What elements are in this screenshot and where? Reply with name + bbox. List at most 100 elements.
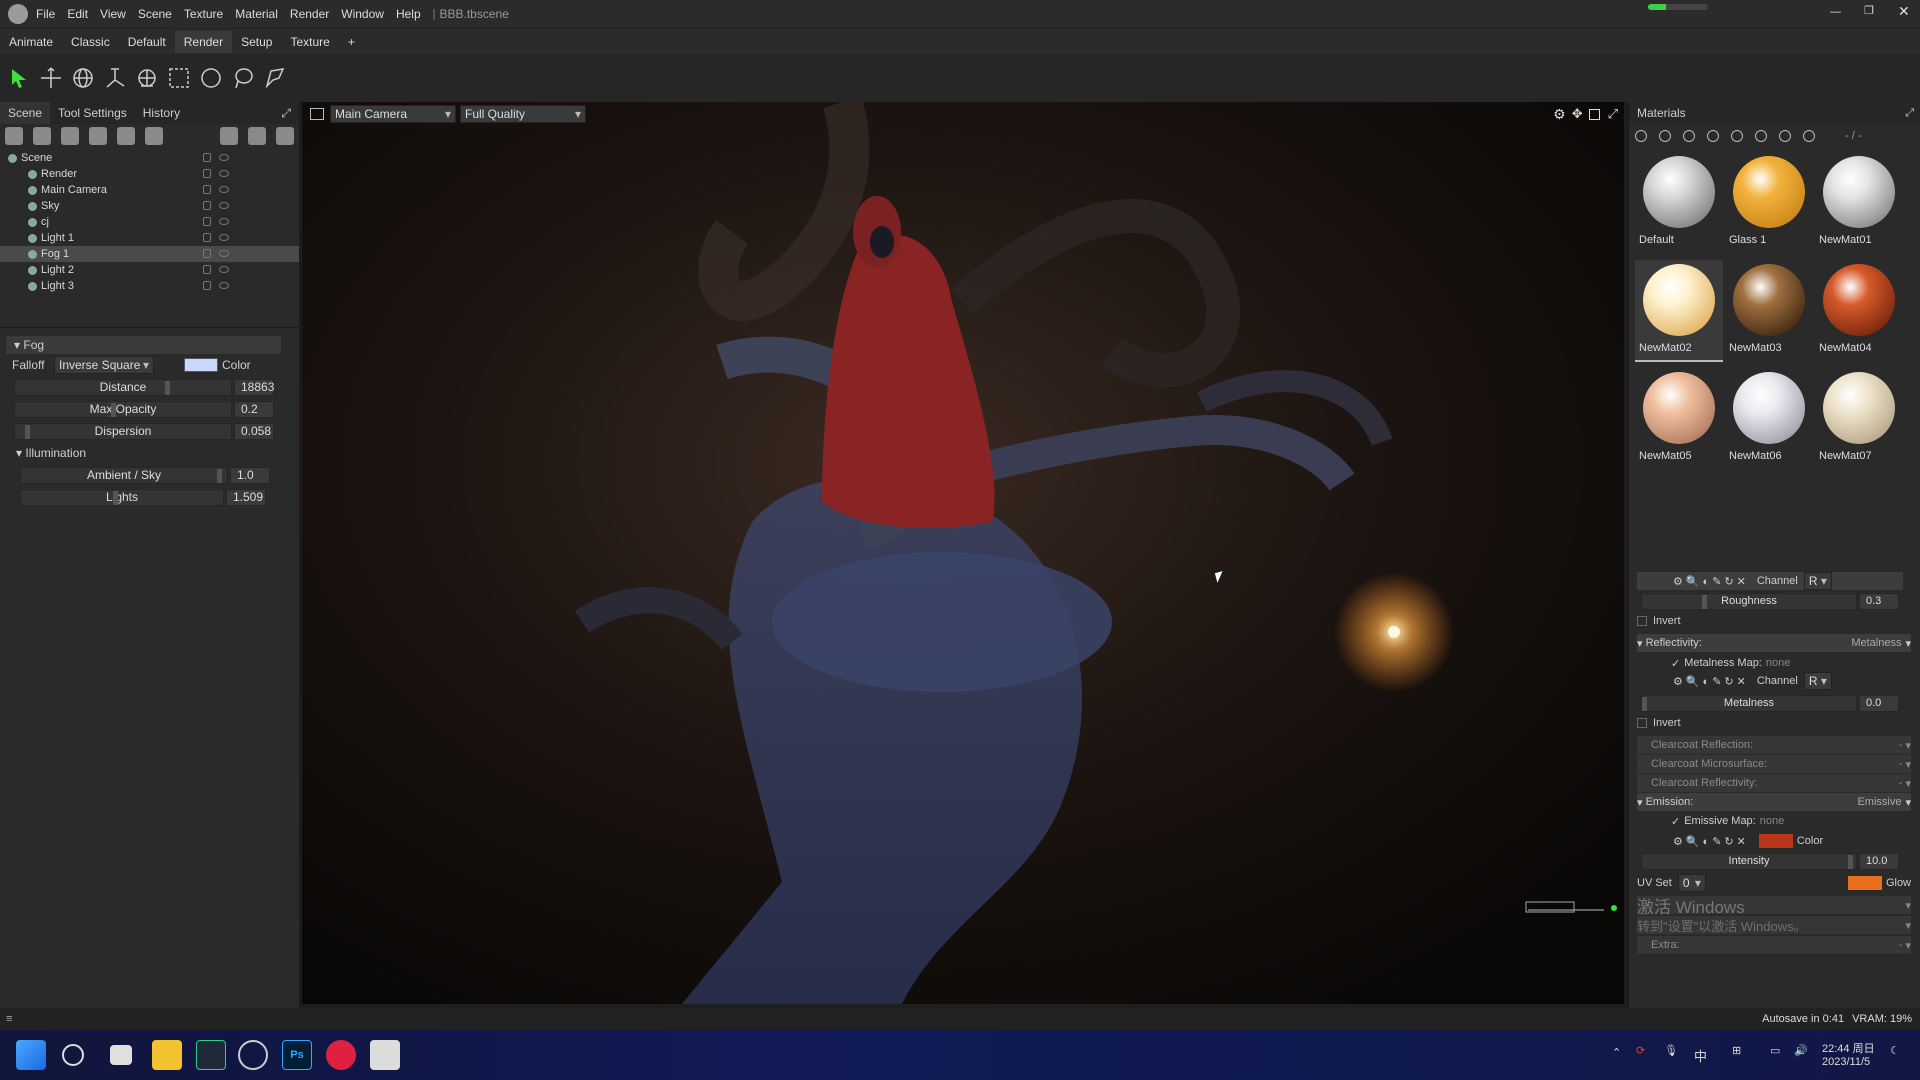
lock-icon[interactable] <box>203 153 211 162</box>
material-thumbnail[interactable]: NewMat06 <box>1725 368 1813 470</box>
reflectivity-header[interactable]: ▾ Reflectivity: Metalness ▾ <box>1637 634 1911 652</box>
viewport-expand-icon[interactable]: ⤢ <box>1608 106 1618 122</box>
lock-icon[interactable] <box>203 265 211 274</box>
channel-dropdown[interactable]: R <box>1803 572 1832 590</box>
emissive-map-value[interactable]: none <box>1760 815 1784 827</box>
fog-section-header[interactable]: ▾ Fog <box>6 336 281 354</box>
scene-tree-item[interactable]: Sky <box>0 198 299 214</box>
workspace-tab-render[interactable]: Render <box>174 30 233 53</box>
lock-icon[interactable] <box>203 169 211 178</box>
left-panel-popout-icon[interactable]: ⤢ <box>273 102 299 125</box>
workspace-tab-animate[interactable]: Animate <box>0 31 62 53</box>
viewport-pan-icon[interactable]: ✥ <box>1572 106 1583 122</box>
add-material-icon[interactable] <box>1635 130 1647 142</box>
add-fog-icon[interactable] <box>89 127 107 145</box>
emission-header[interactable]: ▾ Emission: Emissive ▾ <box>1637 793 1911 811</box>
visibility-eye-icon[interactable] <box>219 186 229 193</box>
menu-help[interactable]: Help <box>396 7 421 21</box>
visibility-eye-icon[interactable] <box>219 154 229 161</box>
metalness-value[interactable]: 0.0 <box>1859 694 1899 712</box>
tray-network-icon[interactable]: ▭ <box>1770 1044 1780 1057</box>
menu-view[interactable]: View <box>100 7 126 21</box>
workspace-tab-default[interactable]: Default <box>119 31 175 53</box>
add-sky-icon[interactable] <box>145 127 163 145</box>
intensity-value[interactable]: 10.0 <box>1859 852 1899 870</box>
emissive-color-swatch[interactable] <box>1758 834 1793 848</box>
material-thumbnail[interactable]: Glass 1 <box>1725 152 1813 254</box>
lock-icon[interactable] <box>203 249 211 258</box>
viewport-settings-icon[interactable]: ⚙ <box>1553 106 1566 123</box>
lock-icon[interactable] <box>203 233 211 242</box>
distance-value[interactable]: 18863 <box>234 378 274 396</box>
visibility-eye-icon[interactable] <box>219 250 229 257</box>
pick-material-icon[interactable] <box>1779 130 1791 142</box>
close-button[interactable]: ✕ <box>1898 3 1910 20</box>
scene-tree-item[interactable]: Main Camera <box>0 182 299 198</box>
scene-tree-item[interactable]: Light 1 <box>0 230 299 246</box>
visibility-eye-icon[interactable] <box>219 202 229 209</box>
delete-icon[interactable] <box>276 127 294 145</box>
scale-icon[interactable] <box>100 63 130 93</box>
windows-start-icon[interactable] <box>16 1040 46 1070</box>
uvset-dropdown[interactable]: 0 <box>1677 874 1706 892</box>
lock-icon[interactable] <box>203 281 211 290</box>
menu-file[interactable]: File <box>36 7 55 21</box>
metalness-channel-dropdown[interactable]: R <box>1803 672 1832 690</box>
material-thumbnail[interactable]: Default <box>1635 152 1723 254</box>
scene-tree-item[interactable]: cj <box>0 214 299 230</box>
task-view-icon[interactable] <box>110 1045 132 1065</box>
reflectivity-mode[interactable]: Metalness <box>1851 637 1901 649</box>
ambient-sky-value[interactable]: 1.0 <box>230 466 270 484</box>
folder-icon[interactable] <box>220 127 238 145</box>
material-thumbnail[interactable]: NewMat02 <box>1635 260 1723 362</box>
add-light-icon[interactable] <box>33 127 51 145</box>
open-folder-icon[interactable] <box>1707 130 1719 142</box>
menu-render[interactable]: Render <box>290 7 329 21</box>
material-thumbnail[interactable]: NewMat07 <box>1815 368 1903 470</box>
lights-value[interactable]: 1.509 <box>226 488 266 506</box>
ime-indicator[interactable]: 中 <box>1694 1046 1707 1065</box>
ambient-sky-slider[interactable]: Ambient / Sky <box>20 466 228 484</box>
visibility-eye-icon[interactable] <box>219 234 229 241</box>
scene-tree-item[interactable]: Light 2 <box>0 262 299 278</box>
clearcoat-reflectivity-row[interactable]: Clearcoat Reflectivity: - ▾ <box>1637 774 1911 792</box>
illumination-section-header[interactable]: ▾ Illumination <box>0 442 299 464</box>
lights-slider[interactable]: Lights <box>20 488 224 506</box>
glow-color-swatch[interactable] <box>1847 876 1882 890</box>
recorder-icon[interactable] <box>326 1040 356 1070</box>
visibility-eye-icon[interactable] <box>219 282 229 289</box>
menu-window[interactable]: Window <box>341 7 384 21</box>
render-viewport[interactable] <box>302 102 1624 1004</box>
viewport-menu-icon[interactable] <box>310 108 324 120</box>
duplicate-material-icon[interactable] <box>1659 130 1671 142</box>
camera-dropdown[interactable]: Main Camera <box>330 105 456 123</box>
metalness-invert-checkbox[interactable] <box>1637 718 1647 728</box>
lock-icon[interactable] <box>203 201 211 210</box>
status-menu-icon[interactable]: ≡ <box>6 1013 12 1025</box>
transform-icon[interactable] <box>132 63 162 93</box>
scene-tree-item[interactable]: Render <box>0 166 299 182</box>
rect-select-icon[interactable] <box>164 63 194 93</box>
emission-mode[interactable]: Emissive <box>1857 796 1901 808</box>
tray-volume-icon[interactable]: 🔊 <box>1794 1044 1808 1057</box>
clock-time[interactable]: 22:44 周日 <box>1822 1040 1875 1056</box>
scene-tree-item[interactable]: Fog 1 <box>0 246 299 262</box>
scene-tree-item[interactable]: Light 3 <box>0 278 299 294</box>
roughness-slider[interactable]: Roughness <box>1641 592 1857 610</box>
app-icon[interactable] <box>238 1040 268 1070</box>
search-icon[interactable] <box>62 1044 84 1066</box>
refresh-material-icon[interactable] <box>1803 130 1815 142</box>
clearcoat-reflection-row[interactable]: Clearcoat Reflection: - ▾ <box>1637 736 1911 754</box>
add-camera-icon[interactable] <box>61 127 79 145</box>
distance-slider[interactable]: Distance <box>14 378 232 396</box>
max-opacity-value[interactable]: 0.2 <box>234 400 274 418</box>
workspace-tab-texture[interactable]: Texture <box>281 31 338 53</box>
workspace-tab-classic[interactable]: Classic <box>62 31 119 53</box>
material-thumbnail[interactable]: NewMat03 <box>1725 260 1813 362</box>
photoshop-icon[interactable]: Ps <box>282 1040 312 1070</box>
select-arrow-icon[interactable] <box>4 63 34 93</box>
merge-material-icon[interactable] <box>1683 130 1695 142</box>
lasso-icon[interactable] <box>228 63 258 93</box>
metalness-slider[interactable]: Metalness <box>1641 694 1857 712</box>
visibility-eye-icon[interactable] <box>219 170 229 177</box>
